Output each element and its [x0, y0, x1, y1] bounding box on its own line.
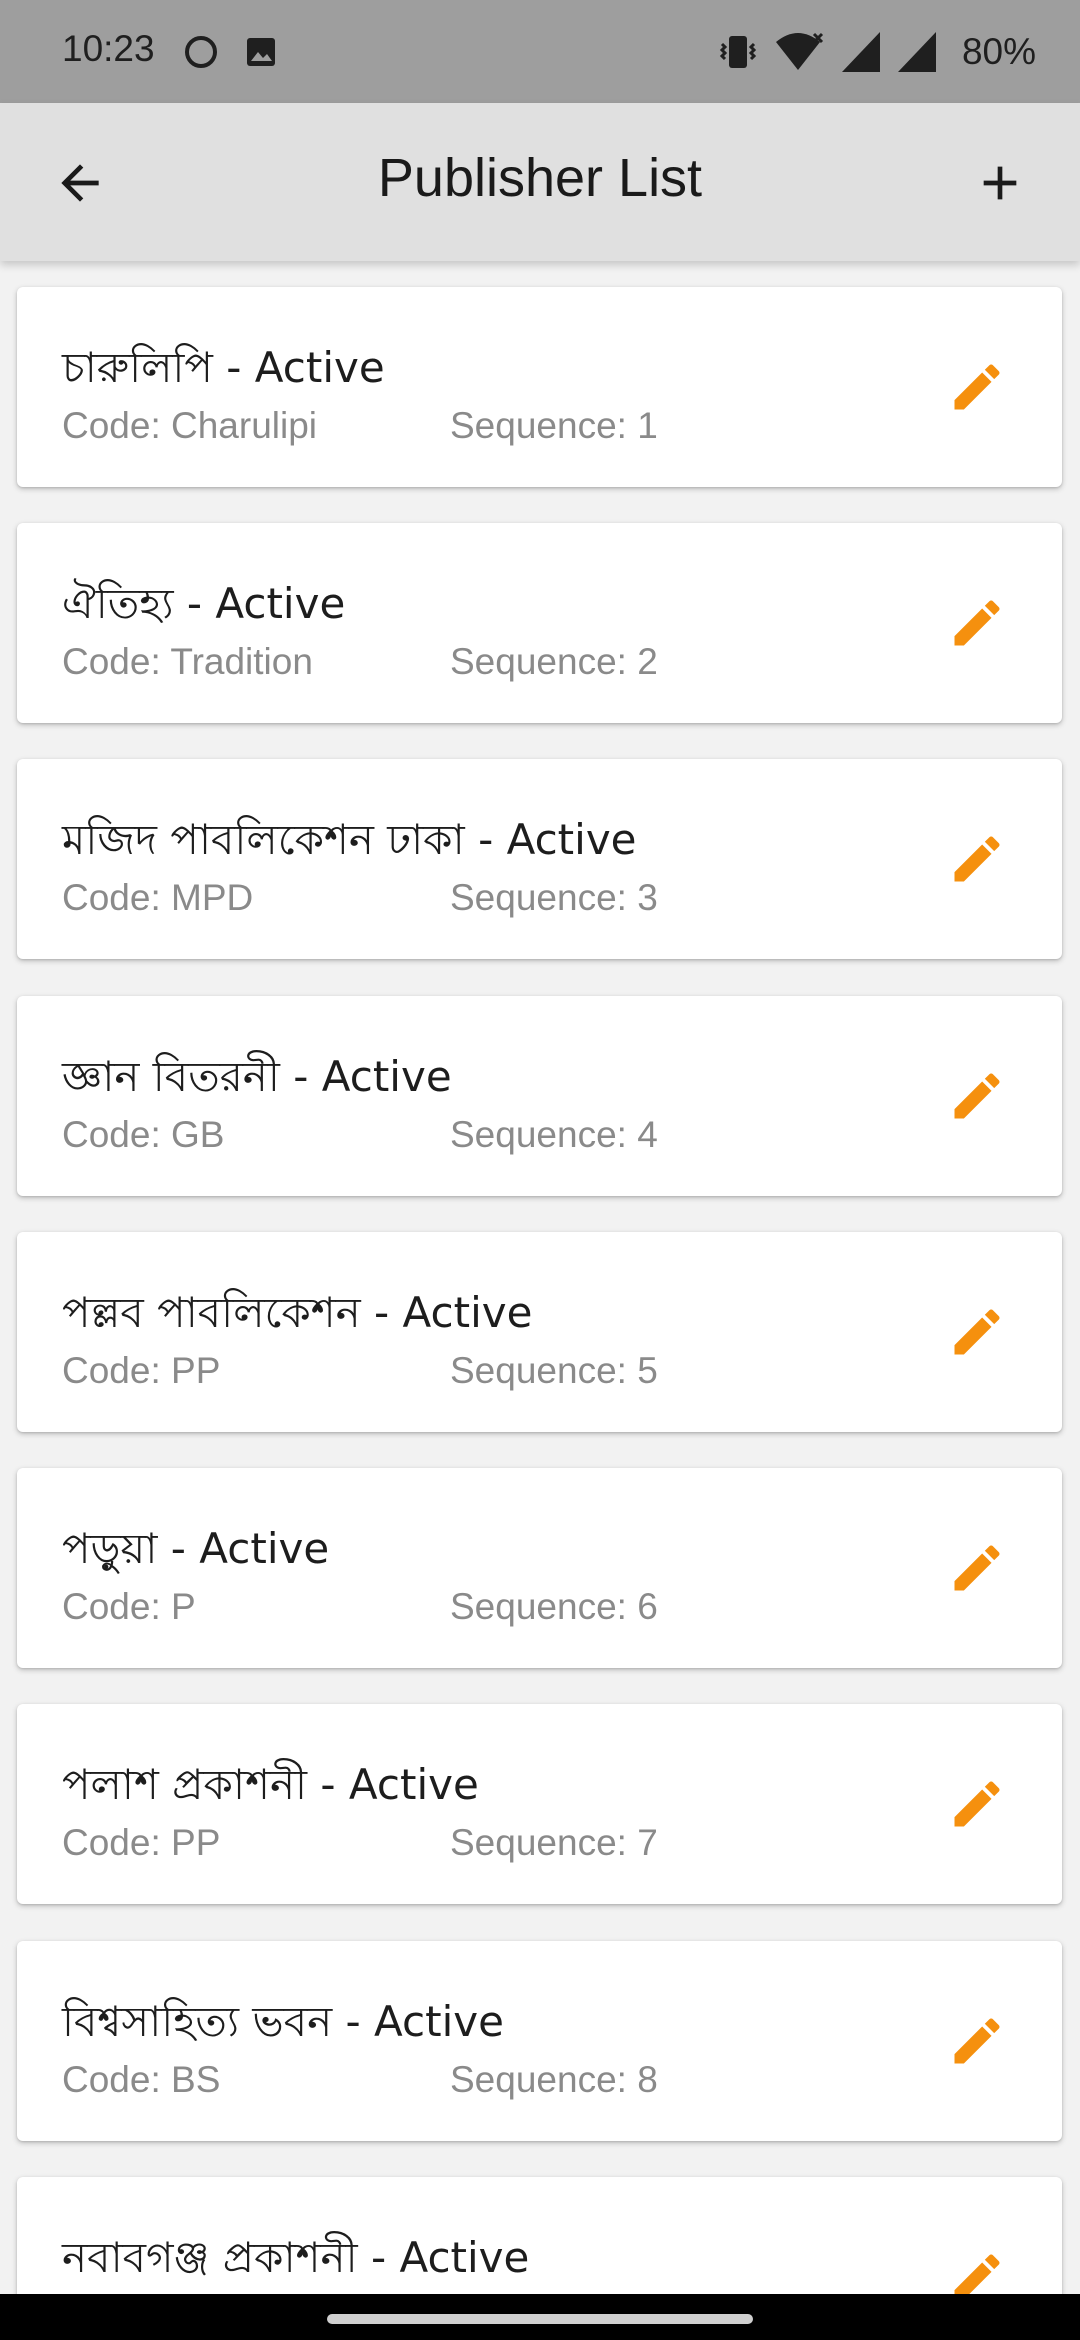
- cell-signal-icon: [841, 32, 880, 72]
- page-title: Publisher List: [377, 148, 703, 208]
- edit-button[interactable]: [937, 2001, 1017, 2081]
- pencil-icon: [954, 836, 1000, 882]
- pencil-icon: [954, 1073, 1000, 1119]
- edit-button[interactable]: [937, 1528, 1017, 1608]
- publisher-sequence: Sequence: 4: [450, 1114, 658, 1155]
- publisher-title: পলাশ প্রকাশনী - Active: [62, 1760, 479, 1809]
- edit-button[interactable]: [937, 819, 1017, 899]
- publisher-code: Code: Tradition: [62, 641, 313, 682]
- publisher-code: Code: BS: [62, 2059, 221, 2100]
- pencil-icon: [954, 364, 1000, 410]
- edit-button[interactable]: [937, 583, 1017, 663]
- publisher-card[interactable]: চারুলিপি - Active Code: Charulipi Sequen…: [17, 287, 1062, 487]
- publisher-title: পল্লব পাবলিকেশন - Active: [62, 1288, 533, 1337]
- plus-icon: [983, 166, 1017, 200]
- status-bar: 10:23 80%: [0, 0, 1080, 103]
- status-icons: 80%: [716, 24, 1036, 80]
- publisher-code: Code: GB: [62, 1114, 225, 1155]
- pencil-icon: [954, 600, 1000, 646]
- home-gesture-handle[interactable]: [327, 2314, 753, 2324]
- pencil-icon: [954, 2254, 1000, 2294]
- pencil-icon: [954, 1309, 1000, 1355]
- status-time: 10:23: [62, 28, 155, 69]
- publisher-code: Code: P: [62, 1586, 196, 1627]
- publisher-title: ঐতিহ্য - Active: [62, 579, 346, 628]
- pencil-icon: [954, 2018, 1000, 2064]
- publisher-card[interactable]: নবাবগঞ্জ প্রকাশনী - Active: [17, 2177, 1062, 2294]
- edit-button[interactable]: [937, 1056, 1017, 1136]
- app-bar: Publisher List: [0, 103, 1080, 261]
- publisher-sequence: Sequence: 3: [450, 877, 658, 918]
- publisher-card[interactable]: জ্ঞান বিতরনী - Active Code: GB Sequence:…: [17, 996, 1062, 1196]
- publisher-title: পড়ুয়া - Active: [62, 1524, 330, 1573]
- publisher-sequence: Sequence: 1: [450, 405, 658, 446]
- publisher-code: Code: MPD: [62, 877, 254, 918]
- add-publisher-button[interactable]: [960, 143, 1040, 223]
- publisher-card[interactable]: পল্লব পাবলিকেশন - Active Code: PP Sequen…: [17, 1232, 1062, 1432]
- publisher-title: মজিদ পাবলিকেশন ঢাকা - Active: [62, 815, 637, 864]
- publisher-sequence: Sequence: 7: [450, 1822, 658, 1863]
- navigation-bar: [0, 2294, 1080, 2340]
- publisher-title: নবাবগঞ্জ প্রকাশনী - Active: [62, 2233, 530, 2282]
- publisher-title: জ্ঞান বিতরনী - Active: [62, 1052, 452, 1101]
- publisher-code: Code: PP: [62, 1822, 221, 1863]
- circle-notification-icon: [185, 36, 217, 68]
- publisher-card[interactable]: বিশ্বসাহিত্য ভবন - Active Code: BS Seque…: [17, 1941, 1062, 2141]
- publisher-card[interactable]: পড়ুয়া - Active Code: P Sequence: 6: [17, 1468, 1062, 1668]
- edit-button[interactable]: [937, 1292, 1017, 1372]
- publisher-list[interactable]: চারুলিপি - Active Code: Charulipi Sequen…: [0, 261, 1080, 2294]
- publisher-sequence: Sequence: 8: [450, 2059, 658, 2100]
- vibrate-icon: [719, 36, 757, 68]
- publisher-card[interactable]: পলাশ প্রকাশনী - Active Code: PP Sequence…: [17, 1704, 1062, 1904]
- pencil-icon: [954, 1545, 1000, 1591]
- publisher-code: Code: PP: [62, 1350, 221, 1391]
- publisher-card[interactable]: মজিদ পাবলিকেশন ঢাকা - Active Code: MPD S…: [17, 759, 1062, 959]
- publisher-title: বিশ্বসাহিত্য ভবন - Active: [62, 1997, 504, 2046]
- cell-signal-icon: [897, 32, 936, 72]
- publisher-card[interactable]: ঐতিহ্য - Active Code: Tradition Sequence…: [17, 523, 1062, 723]
- pencil-icon: [954, 1781, 1000, 1827]
- publisher-sequence: Sequence: 5: [450, 1350, 658, 1391]
- image-notification-icon: [247, 38, 275, 66]
- edit-button[interactable]: [937, 1764, 1017, 1844]
- edit-button[interactable]: [937, 347, 1017, 427]
- screen: 10:23 80% Publisher List চারুলিপি - Acti…: [0, 0, 1080, 2340]
- publisher-title: চারুলিপি - Active: [62, 343, 385, 392]
- publisher-sequence: Sequence: 6: [450, 1586, 658, 1627]
- publisher-sequence: Sequence: 2: [450, 641, 658, 682]
- battery-percentage: 80%: [961, 31, 1036, 72]
- edit-button[interactable]: [937, 2237, 1017, 2294]
- publisher-code: Code: Charulipi: [62, 405, 318, 446]
- wifi-icon: [775, 32, 823, 70]
